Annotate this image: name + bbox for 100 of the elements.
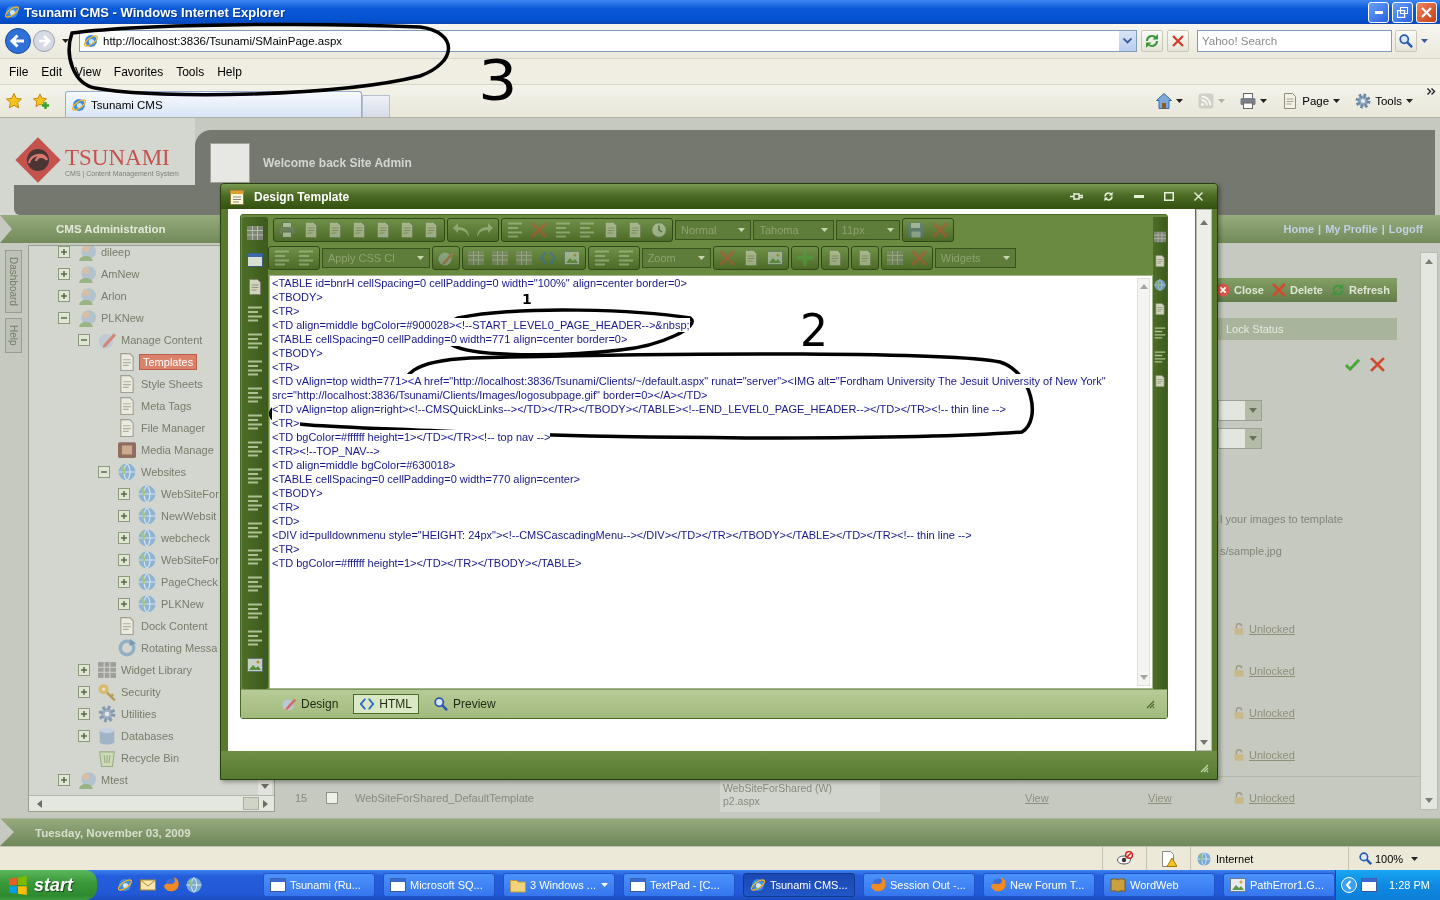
cross-icon[interactable] bbox=[1370, 356, 1385, 372]
lines-icon[interactable] bbox=[247, 468, 263, 484]
lines-icon[interactable] bbox=[1154, 327, 1166, 339]
taskbar-button[interactable]: WordWeb bbox=[1103, 873, 1215, 897]
resize-grip-icon[interactable] bbox=[1146, 699, 1155, 709]
tree-item[interactable]: PageCheck bbox=[159, 575, 220, 589]
tree-item[interactable]: Rotating Messa bbox=[139, 641, 220, 655]
tree-item[interactable]: AmNew bbox=[99, 267, 142, 281]
search-field[interactable]: Yahoo! Search bbox=[1197, 30, 1392, 52]
unlock-link[interactable]: Unlocked bbox=[1249, 665, 1295, 677]
swirl-globe-icon[interactable] bbox=[163, 877, 179, 893]
side-tab[interactable]: Help bbox=[5, 317, 22, 353]
vertical-scrollbar[interactable] bbox=[1196, 209, 1212, 751]
view-link[interactable]: View bbox=[1148, 791, 1172, 804]
tree-item[interactable]: Utilities bbox=[119, 707, 159, 721]
tree-item[interactable]: Recycle Bin bbox=[119, 751, 182, 765]
tree-item[interactable]: File Manager bbox=[139, 421, 208, 435]
taskbar-button[interactable]: 3 Windows ... bbox=[503, 873, 615, 897]
plus-box-icon[interactable] bbox=[118, 576, 130, 588]
lines-icon[interactable] bbox=[247, 495, 263, 511]
lines-icon[interactable] bbox=[247, 360, 263, 376]
minimize-button[interactable] bbox=[1368, 1, 1389, 23]
taskbar-button[interactable]: PathError1.G... bbox=[1223, 873, 1335, 897]
plus-box-icon[interactable] bbox=[118, 554, 130, 566]
taskbar-button[interactable]: Tsunami CMS... bbox=[743, 873, 855, 897]
tree-item[interactable]: Style Sheets bbox=[139, 377, 205, 391]
menu-item[interactable]: Tools bbox=[176, 64, 205, 79]
lines-icon[interactable] bbox=[247, 603, 263, 619]
blocked-eye-icon[interactable] bbox=[1116, 850, 1133, 867]
address-field[interactable]: http://localhost:3836/Tsunami/SMainPage.aspx bbox=[79, 30, 1137, 52]
up-arrow-icon[interactable] bbox=[1200, 220, 1208, 225]
lines-icon[interactable] bbox=[247, 306, 263, 322]
tree-item[interactable]: Security bbox=[119, 685, 163, 699]
tree-item[interactable]: PLKNew bbox=[99, 311, 146, 325]
mode-tab[interactable]: HTML bbox=[353, 694, 420, 714]
left-arrow-icon[interactable] bbox=[37, 799, 42, 808]
stop-button[interactable] bbox=[1167, 30, 1189, 52]
checkbox[interactable] bbox=[326, 791, 338, 804]
menu-item[interactable]: Favorites bbox=[113, 64, 164, 79]
tree-item[interactable]: PLKNew bbox=[159, 597, 206, 611]
lines-icon[interactable] bbox=[247, 576, 263, 592]
tree-item[interactable]: Manage Content bbox=[119, 333, 205, 347]
tree-item[interactable]: Databases bbox=[119, 729, 176, 743]
down-arrow-icon[interactable] bbox=[1200, 740, 1208, 745]
nav-link[interactable]: Home bbox=[1283, 223, 1315, 235]
lines-icon[interactable] bbox=[247, 441, 263, 457]
restore-button[interactable] bbox=[1392, 1, 1413, 23]
mode-tab[interactable]: Design bbox=[275, 694, 346, 714]
tree-item[interactable]: NewWebsit bbox=[159, 509, 219, 523]
lines-icon[interactable] bbox=[247, 333, 263, 349]
action-button[interactable]: Delete bbox=[1271, 283, 1323, 297]
tree-item[interactable]: Templates bbox=[139, 354, 198, 370]
window-icon[interactable] bbox=[247, 252, 263, 268]
minus-box-icon[interactable] bbox=[58, 312, 70, 324]
warning-page-icon[interactable] bbox=[1160, 850, 1177, 867]
back-icon[interactable] bbox=[5, 28, 31, 54]
vertical-scrollbar[interactable] bbox=[1420, 252, 1438, 810]
taskbar-button[interactable]: Tsunami (Ru... bbox=[263, 873, 375, 897]
menu-item[interactable]: Edit bbox=[41, 64, 63, 79]
grid-icon[interactable] bbox=[247, 225, 263, 241]
plus-box-icon[interactable] bbox=[118, 510, 130, 522]
refresh-button[interactable] bbox=[1141, 30, 1163, 52]
down-arrow-icon[interactable] bbox=[1139, 675, 1148, 680]
tree-item[interactable]: Mtest bbox=[99, 773, 130, 787]
menu-item[interactable]: Help bbox=[217, 64, 242, 79]
plus-box-icon[interactable] bbox=[78, 686, 90, 698]
plus-box-icon[interactable] bbox=[78, 730, 90, 742]
tree-item[interactable]: WebSiteFor bbox=[159, 553, 221, 567]
taskbar-button[interactable]: Microsoft SQ... bbox=[383, 873, 495, 897]
caret-icon[interactable] bbox=[62, 39, 69, 43]
dropdown-field[interactable] bbox=[1218, 400, 1262, 421]
dropdown-field[interactable] bbox=[1218, 428, 1262, 449]
mode-tab[interactable]: Preview bbox=[427, 694, 503, 714]
chevron-circle-icon[interactable] bbox=[1341, 877, 1357, 893]
view-link[interactable]: View bbox=[1025, 791, 1049, 804]
vertical-scrollbar[interactable] bbox=[1137, 278, 1150, 686]
taskbar-button[interactable]: TextPad - [C... bbox=[623, 873, 735, 897]
side-tab[interactable]: Dashboard bbox=[5, 250, 22, 313]
unlock-link[interactable]: Unlocked bbox=[1249, 623, 1295, 635]
page-icon[interactable] bbox=[1154, 375, 1166, 387]
page-icon[interactable] bbox=[1154, 255, 1166, 267]
command-button[interactable]: Tools bbox=[1355, 93, 1413, 109]
check-icon[interactable] bbox=[1345, 356, 1360, 372]
menu-item[interactable]: View bbox=[75, 64, 101, 79]
right-arrow-icon[interactable] bbox=[263, 799, 268, 808]
refresh-icon[interactable] bbox=[1103, 191, 1114, 202]
tree-item[interactable]: dileep bbox=[99, 246, 133, 259]
plus-box-icon[interactable] bbox=[58, 246, 70, 258]
horizontal-scrollbar[interactable] bbox=[29, 795, 274, 811]
page-icon[interactable] bbox=[247, 279, 263, 295]
tree-item[interactable]: webcheck bbox=[159, 531, 212, 545]
envelope-icon[interactable] bbox=[140, 877, 156, 893]
tree-item[interactable]: Dock Content bbox=[139, 619, 210, 633]
nav-link[interactable]: Logoff bbox=[1388, 223, 1423, 235]
plus-box-icon[interactable] bbox=[78, 664, 90, 676]
unlock-link[interactable]: Unlocked bbox=[1249, 791, 1295, 804]
tree-item[interactable]: Widget Library bbox=[119, 663, 194, 677]
browser-tab[interactable]: Tsunami CMS bbox=[65, 91, 362, 117]
plus-box-icon[interactable] bbox=[78, 708, 90, 720]
tree-item[interactable]: Websites bbox=[139, 465, 189, 479]
